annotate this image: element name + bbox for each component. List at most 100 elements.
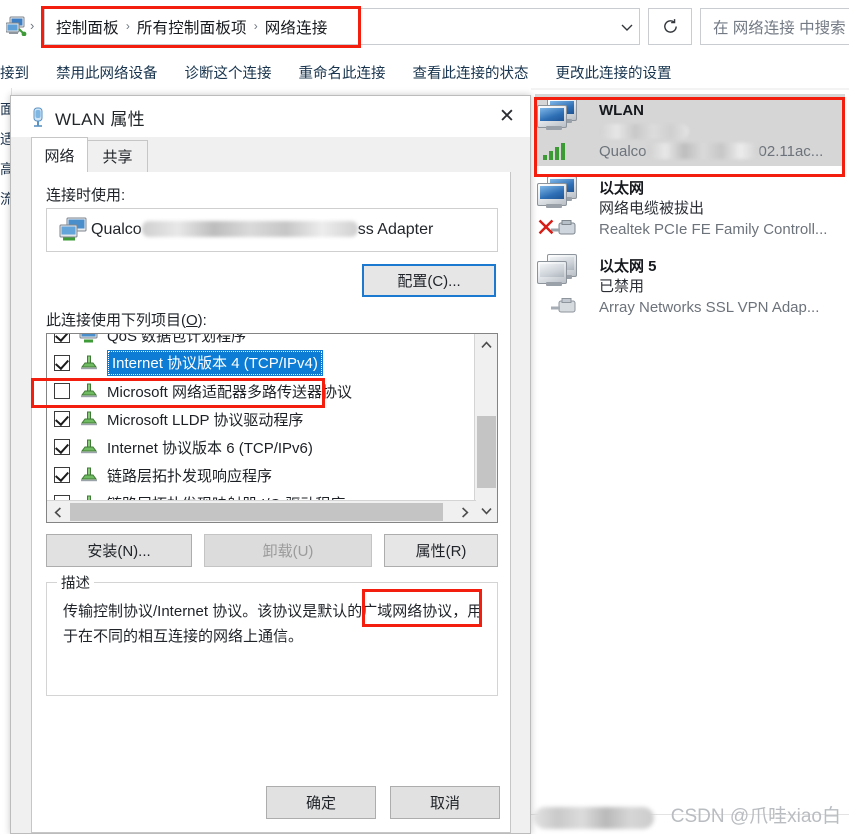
list-item-label: Internet 协议版本 6 (TCP/IPv6) [107,439,313,457]
adapter-field-suffix: ss Adapter [357,221,434,238]
network-items-listbox[interactable]: QoS 数据包计划程序 Internet 协议版本 4 (TCP/IPv4) M… [46,333,498,523]
checkbox-multiplexor[interactable] [54,383,70,399]
adapter-name: WLAN [599,102,644,119]
adapter-item-ethernet[interactable]: ✕ 以太网 网络电缆被拔出 Realtek PCIe FE Family Con… [535,172,845,244]
search-input[interactable]: 在 网络连接 中搜索 [700,8,849,45]
list-item-tcpipv4[interactable]: Internet 协议版本 4 (TCP/IPv4) [47,349,475,377]
breadcrumb-item-2[interactable]: 网络连接 [265,16,328,38]
protocol-icon [79,354,101,372]
list-pane-top-edge [531,88,849,90]
checkbox-qos[interactable] [54,334,70,343]
address-bar: › 控制面板 › 所有控制面板项 › 网络连接 在 网络连接 中搜索 [0,5,849,48]
monitor-service-icon [79,334,101,344]
adapter-status: 已禁用 [599,278,645,295]
tab-network-label: 网络 [44,147,75,165]
chevron-left-icon[interactable] [47,501,69,522]
adapter-readonly-field: Qualco ss Adapter [46,208,498,252]
command-change-settings[interactable]: 更改此连接的设置 [556,62,672,83]
redacted-region [534,807,654,829]
adapter-item-ethernet-5[interactable]: 以太网 5 已禁用 Array Networks SSL VPN Adap... [535,250,845,322]
refresh-button[interactable] [648,8,692,45]
breadcrumb[interactable]: 控制面板 › 所有控制面板项 › 网络连接 [44,8,640,45]
explorer-window: › 控制面板 › 所有控制面板项 › 网络连接 在 网络连接 中搜索 接到 禁用… [0,0,849,834]
network-connections-icon [5,16,28,37]
properties-button[interactable]: 属性(R) [384,534,498,567]
cancel-button[interactable]: 取消 [390,786,500,819]
install-button[interactable]: 安装(N)... [46,534,192,567]
chevron-right-icon[interactable] [454,501,476,522]
breadcrumb-item-1[interactable]: 所有控制面板项 [137,16,247,38]
command-view-status[interactable]: 查看此连接的状态 [413,62,529,83]
chevron-up-icon[interactable] [475,334,497,356]
install-button-label: 安装(N)... [87,543,151,560]
network-properties-icon [29,107,47,127]
list-item-label: 链路层拓扑发现响应程序 [107,467,273,485]
listbox-items: QoS 数据包计划程序 Internet 协议版本 4 (TCP/IPv4) M… [47,333,475,517]
close-icon[interactable]: ✕ [484,96,530,137]
dialog-title-bar[interactable]: WLAN 属性 ✕ [11,96,530,137]
configure-button-label: 配置(C)... [397,273,461,290]
tab-sharing[interactable]: 共享 [88,140,148,172]
breadcrumb-separator: › [125,18,130,33]
checkbox-lltd-responder[interactable] [54,467,70,483]
dialog-footer: 确定 取消 [11,775,530,833]
items-label-prefix: 此连接使用下列项目( [46,312,186,329]
description-groupbox: 描述 传输控制协议/Internet 协议。该协议是默认的广域网络协议，用于在不… [46,572,498,696]
list-item-label: Microsoft 网络适配器多路传送器协议 [107,383,353,401]
network-adapter-icon [59,217,91,243]
breadcrumb-separator: › [253,18,258,33]
address-dropdown-button[interactable] [608,8,646,45]
adapter-name: 以太网 [599,180,645,197]
configure-button[interactable]: 配置(C)... [362,264,496,297]
horizontal-scroll-thumb[interactable] [70,503,443,521]
list-item-lldp[interactable]: Microsoft LLDP 协议驱动程序 [47,405,475,433]
uninstall-button-label: 卸载(U) [262,543,314,560]
ethernet-disconnected-icon: ✕ [535,176,599,242]
cancel-button-label: 取消 [429,795,460,812]
adapter-list: WLAN Qualco 02.11ac... ✕ 以太网 网络电缆被拔出 Rea… [531,88,849,788]
list-item-label: QoS 数据包计划程序 [107,333,247,345]
protocol-icon [79,438,101,456]
description-legend: 描述 [57,572,94,593]
listbox-vertical-scrollbar[interactable] [474,334,497,522]
adapter-driver: Qualco 02.11ac... [599,141,823,162]
vertical-scroll-thumb[interactable] [477,416,496,488]
adapter-item-wlan[interactable]: WLAN Qualco 02.11ac... [535,94,845,166]
list-item-tcpipv6[interactable]: Internet 协议版本 6 (TCP/IPv6) [47,433,475,461]
checkbox-lldp[interactable] [54,411,70,427]
listbox-horizontal-scrollbar[interactable] [47,500,476,522]
adapter-driver: Realtek PCIe FE Family Controll... [599,221,828,238]
checkbox-tcpipv6[interactable] [54,439,70,455]
command-connect-to[interactable]: 接到 [0,62,29,83]
breadcrumb-overflow-chevron[interactable]: › [30,18,34,33]
ok-button[interactable]: 确定 [266,786,376,819]
list-item-multiplexor[interactable]: Microsoft 网络适配器多路传送器协议 [47,377,475,405]
network-tab-panel: 连接时使用: Qualco ss Adapter 配置(C)... 此连接使用下列… [31,172,511,833]
protocol-icon [79,466,101,484]
ok-button-label: 确定 [305,795,336,812]
list-item-label: Microsoft LLDP 协议驱动程序 [107,411,304,429]
protocol-icon [79,410,101,428]
chevron-down-icon[interactable] [475,500,497,522]
refresh-icon [663,19,677,33]
adapter-field-text: Qualco ss Adapter [91,220,434,239]
items-list-label: 此连接使用下列项目(O): [46,309,207,330]
command-rename[interactable]: 重命名此连接 [299,62,386,83]
properties-button-label: 属性(R) [415,543,467,560]
adapter-status: 网络电缆被拔出 [599,200,705,217]
tab-sharing-label: 共享 [102,149,133,166]
list-item-lltd-responder[interactable]: 链路层拓扑发现响应程序 [47,461,475,489]
list-item-qos[interactable]: QoS 数据包计划程序 [47,333,475,349]
adapter-field-prefix: Qualco [91,221,142,238]
error-x-icon: ✕ [535,214,557,242]
breadcrumb-item-0[interactable]: 控制面板 [56,16,119,38]
protocol-icon [79,382,101,400]
connect-using-label: 连接时使用: [46,187,126,204]
tab-network[interactable]: 网络 [31,137,88,172]
command-disable-device[interactable]: 禁用此网络设备 [56,62,158,83]
command-diagnose[interactable]: 诊断这个连接 [185,62,272,83]
chevron-down-icon [621,24,633,31]
command-bar: 接到 禁用此网络设备 诊断这个连接 重命名此连接 查看此连接的状态 更改此连接的… [0,56,849,88]
checkbox-tcpipv4[interactable] [54,355,70,371]
adapter-status-redacted [599,120,823,141]
